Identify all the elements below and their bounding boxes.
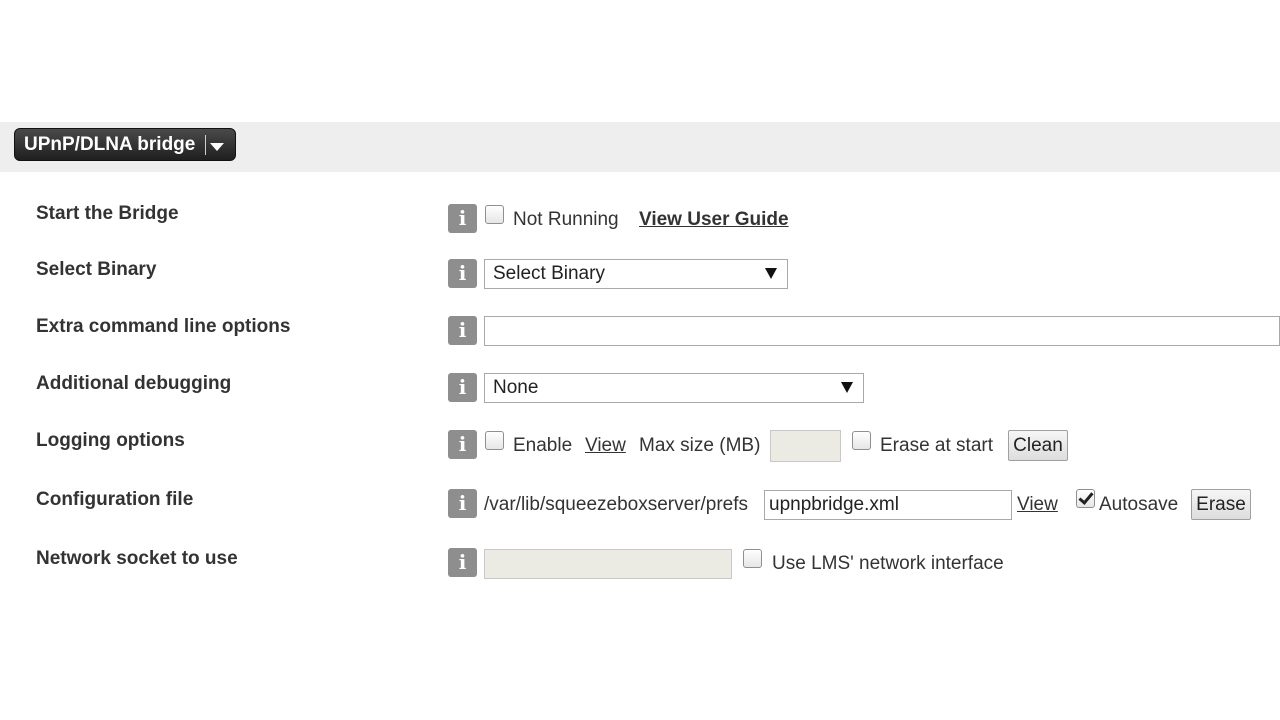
use-lms-interface-checkbox[interactable] [743, 549, 762, 568]
label-extra-options: Extra command line options [36, 316, 291, 337]
logging-enable-checkbox[interactable] [485, 431, 504, 450]
view-user-guide-link[interactable]: View User Guide [639, 209, 789, 231]
autosave-checkbox[interactable] [1076, 489, 1095, 508]
info-icon[interactable]: i [448, 373, 477, 402]
network-socket-input[interactable] [484, 549, 732, 579]
info-icon[interactable]: i [448, 548, 477, 577]
plugin-menu-button[interactable]: UPnP/DLNA bridge [14, 128, 236, 161]
label-start-bridge: Start the Bridge [36, 203, 179, 224]
label-additional-debugging: Additional debugging [36, 373, 232, 394]
info-icon[interactable]: i [448, 204, 477, 233]
menu-separator [205, 134, 207, 155]
config-path-text: /var/lib/squeezeboxserver/prefs [484, 494, 749, 515]
label-network-socket: Network socket to use [36, 548, 238, 569]
info-icon[interactable]: i [448, 489, 477, 518]
label-logging-options: Logging options [36, 430, 185, 451]
logging-enable-label: Enable [513, 435, 573, 456]
erase-at-start-checkbox[interactable] [852, 431, 871, 450]
erase-button[interactable]: Erase [1191, 489, 1251, 520]
extra-options-input[interactable] [484, 316, 1280, 346]
label-select-binary: Select Binary [36, 259, 157, 280]
info-icon[interactable]: i [448, 259, 477, 288]
plugin-menu-label: UPnP/DLNA bridge [24, 133, 196, 155]
use-lms-interface-label: Use LMS' network interface [772, 553, 1004, 574]
max-size-input[interactable] [770, 430, 841, 462]
bridge-status-text: Not Running [513, 209, 619, 230]
config-filename-input[interactable] [764, 490, 1012, 520]
info-icon[interactable]: i [448, 430, 477, 459]
binary-select-value: Select Binary [493, 263, 605, 284]
info-icon[interactable]: i [448, 316, 477, 345]
config-view-link[interactable]: View [1017, 494, 1058, 516]
chevron-down-icon [210, 142, 225, 151]
logging-view-link[interactable]: View [585, 435, 626, 457]
clean-button[interactable]: Clean [1008, 430, 1068, 461]
binary-select[interactable]: Select Binary [484, 259, 788, 289]
debug-select-value: None [493, 377, 539, 398]
autosave-label: Autosave [1099, 494, 1179, 515]
dropdown-arrow-icon [765, 268, 777, 279]
max-size-label: Max size (MB) [639, 435, 761, 456]
start-bridge-checkbox[interactable] [485, 205, 504, 224]
dropdown-arrow-icon [841, 382, 853, 393]
label-configuration-file: Configuration file [36, 489, 194, 510]
debug-select[interactable]: None [484, 373, 864, 403]
erase-at-start-label: Erase at start [880, 435, 993, 456]
